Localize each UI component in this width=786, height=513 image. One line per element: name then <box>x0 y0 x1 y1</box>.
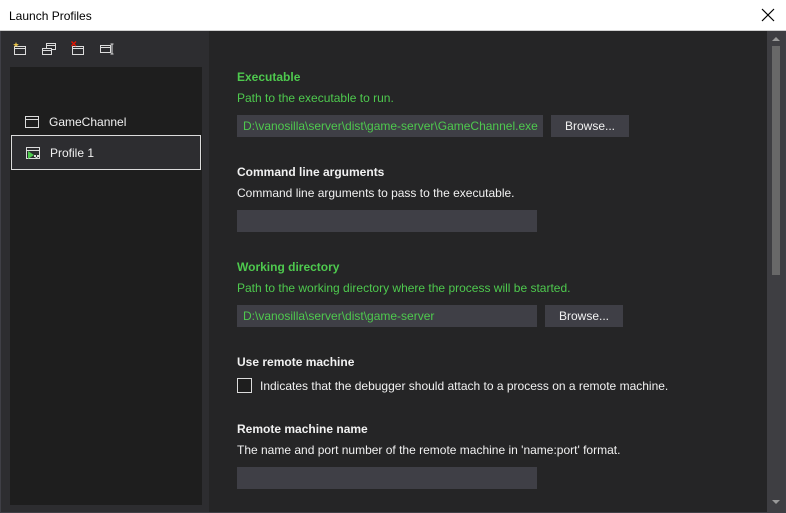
rename-profile-icon[interactable] <box>98 40 116 58</box>
executable-heading: Executable <box>237 70 301 84</box>
remote-section: Use remote machine Indicates that the de… <box>237 355 668 393</box>
title-bar: Launch Profiles <box>0 0 786 31</box>
profiles-toolbar <box>11 40 116 58</box>
scrollbar-thumb[interactable] <box>772 46 780 275</box>
arguments-description: Command line arguments to pass to the ex… <box>237 186 515 200</box>
window-icon <box>24 114 40 130</box>
arguments-heading: Command line arguments <box>237 165 385 179</box>
duplicate-profile-icon[interactable] <box>40 40 58 58</box>
executable-icon <box>25 145 41 161</box>
working-directory-section: Working directory Path to the working di… <box>237 260 624 327</box>
delete-profile-icon[interactable] <box>69 40 87 58</box>
remote-checkbox[interactable] <box>237 378 252 393</box>
working-directory-browse-button[interactable]: Browse... <box>545 305 624 327</box>
profile-label: GameChannel <box>49 114 127 129</box>
profiles-list: GameChannel Profile 1 <box>10 67 202 505</box>
executable-path-field[interactable]: D:\vanosilla\server\dist\game-server\Gam… <box>237 115 543 137</box>
remote-heading: Use remote machine <box>237 355 355 369</box>
working-directory-field[interactable]: D:\vanosilla\server\dist\game-server <box>237 305 537 327</box>
scroll-down-icon[interactable] <box>771 497 781 507</box>
remote-name-description: The name and port number of the remote m… <box>237 443 621 457</box>
arguments-field[interactable] <box>237 210 537 232</box>
working-directory-heading: Working directory <box>237 260 340 274</box>
remote-name-section: Remote machine name The name and port nu… <box>237 422 620 489</box>
scroll-up-icon[interactable] <box>771 34 781 44</box>
remote-name-heading: Remote machine name <box>237 422 368 436</box>
working-directory-description: Path to the working directory where the … <box>237 281 571 295</box>
profiles-pane: GameChannel Profile 1 <box>1 31 209 512</box>
remote-checkbox-label: Indicates that the debugger should attac… <box>260 378 669 393</box>
profile-settings: Executable Path to the executable to run… <box>209 31 767 512</box>
new-profile-icon[interactable] <box>11 40 29 58</box>
executable-browse-button[interactable]: Browse... <box>551 115 630 137</box>
executable-section: Executable Path to the executable to run… <box>237 70 630 137</box>
arguments-section: Command line arguments Command line argu… <box>237 165 537 232</box>
profile-item-profile-1[interactable]: Profile 1 <box>11 135 201 170</box>
remote-name-field[interactable] <box>237 467 537 489</box>
profile-label: Profile 1 <box>50 145 95 160</box>
vertical-scrollbar[interactable] <box>767 31 785 512</box>
close-icon[interactable] <box>759 6 777 24</box>
profile-item-gamechannel[interactable]: GameChannel <box>11 104 201 139</box>
window-title: Launch Profiles <box>9 9 92 23</box>
executable-description: Path to the executable to run. <box>237 91 394 105</box>
